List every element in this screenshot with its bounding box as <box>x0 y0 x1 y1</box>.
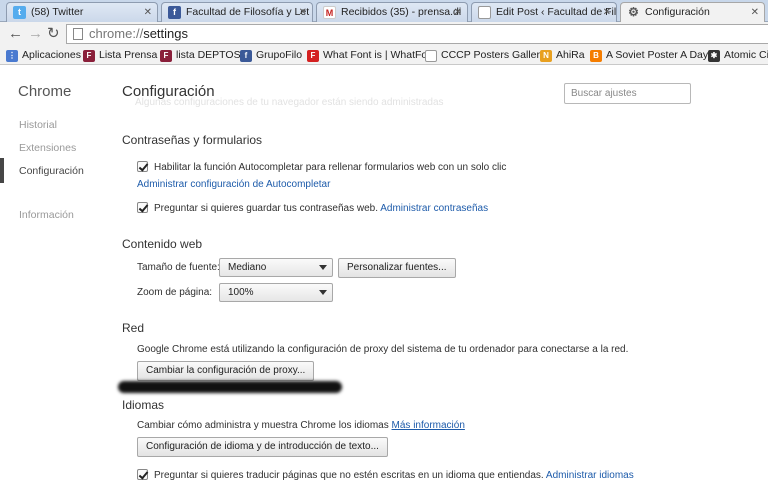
bookmark-label: Atomic Cit <box>724 49 768 61</box>
close-icon[interactable]: ✕ <box>603 3 611 22</box>
redaction-mark <box>118 381 342 393</box>
address-host: settings <box>143 26 188 41</box>
tab-label: Facultad de Filosofía y Let <box>186 6 310 18</box>
forward-arrow-icon[interactable]: → <box>28 25 43 43</box>
tab-label: (58) Twitter <box>31 6 84 18</box>
autofill-checkbox[interactable] <box>137 161 148 172</box>
gmail-icon: M <box>323 6 336 19</box>
bookmark-label: GrupoFilo <box>256 49 303 61</box>
bookmark-whatfont[interactable]: F What Font is | WhatFo <box>307 48 427 63</box>
bookmark-grupofilo[interactable]: f GrupoFilo <box>240 48 302 63</box>
sidebar-selection-indicator <box>0 158 4 183</box>
page-icon <box>478 6 491 19</box>
toolbar: ← → ↻ chrome://settings <box>0 22 768 46</box>
tab-configuracion[interactable]: ⚙ Configuración ✕ <box>620 2 765 23</box>
font-size-label: Tamaño de fuente: <box>137 262 220 273</box>
apps-grid-icon: ⋮ <box>6 50 18 62</box>
bookmark-label: CCCP Posters Gallery <box>441 49 546 61</box>
proxy-settings-button[interactable]: Cambiar la configuración de proxy... <box>137 361 315 381</box>
facebook-icon: f <box>168 6 181 19</box>
bookmark-label: AhiRa <box>556 49 585 61</box>
tab-gmail[interactable]: M Recibidos (35) - prensa.di ✕ <box>316 2 468 22</box>
zoom-label: Zoom de página: <box>137 287 213 298</box>
section-heading-network: Red <box>122 321 145 335</box>
managed-notice: Algunas configuraciones de tu navegador … <box>135 97 444 108</box>
page-icon <box>73 28 83 40</box>
bookmark-lista-deptos[interactable]: F lista DEPTOS <box>160 48 241 63</box>
font-size-value: Mediano <box>228 262 267 273</box>
tab-label: Configuración <box>645 6 710 18</box>
tab-facultad[interactable]: f Facultad de Filosofía y Let ✕ <box>161 2 313 22</box>
close-icon[interactable]: ✕ <box>299 3 307 22</box>
tab-label: Recibidos (35) - prensa.di <box>341 6 462 18</box>
ffyl-icon: F <box>83 50 95 62</box>
chevron-down-icon <box>319 265 327 270</box>
tab-strip: t (58) Twitter ✕ f Facultad de Filosofía… <box>0 0 768 23</box>
zoom-value: 100% <box>228 287 254 298</box>
facebook-icon: f <box>240 50 252 62</box>
gear-icon: ⚙ <box>628 5 639 19</box>
section-heading-web-content: Contenido web <box>122 237 203 251</box>
font-size-select[interactable]: Mediano <box>219 258 333 277</box>
atomic-icon: ✱ <box>708 50 720 62</box>
section-heading-passwords: Contraseñas y formularios <box>122 133 263 147</box>
autofill-label: Habilitar la función Autocompletar para … <box>154 162 507 173</box>
customize-fonts-button[interactable]: Personalizar fuentes... <box>338 258 456 278</box>
close-icon[interactable]: ✕ <box>454 3 462 22</box>
bookmark-cccp[interactable]: CCCP Posters Gallery <box>425 48 545 63</box>
autofill-row: Habilitar la función Autocompletar para … <box>137 161 506 173</box>
tab-twitter[interactable]: t (58) Twitter ✕ <box>6 2 158 22</box>
bookmark-soviet-poster[interactable]: B A Soviet Poster A Day <box>590 48 708 63</box>
bookmark-lista-prensa[interactable]: F Lista Prensa <box>83 48 157 63</box>
twitter-icon: t <box>13 6 26 19</box>
autofill-settings-link[interactable]: Administrar configuración de Autocomplet… <box>137 179 330 190</box>
tab-label: Edit Post ‹ Facultad de Fil <box>496 6 617 18</box>
reload-icon[interactable]: ↻ <box>47 25 60 43</box>
bookmark-atomic[interactable]: ✱ Atomic Cit <box>708 48 768 63</box>
bookmark-label: lista DEPTOS <box>176 49 241 61</box>
bookmark-label: Aplicaciones <box>22 49 81 61</box>
bookmark-ahira[interactable]: N AhiRa <box>540 48 585 63</box>
settings-main: Configuración Algunas configuraciones de… <box>105 66 768 490</box>
bookmark-aplicaciones[interactable]: ⋮ Aplicaciones <box>6 48 81 63</box>
whatfont-icon: F <box>307 50 319 62</box>
bookmarks-bar: ⋮ Aplicaciones F Lista Prensa F lista DE… <box>0 46 768 65</box>
sidebar-brand: Chrome <box>18 83 72 100</box>
bookmark-label: Lista Prensa <box>99 49 158 61</box>
sidebar-item-extensiones[interactable]: Extensiones <box>19 142 76 154</box>
save-passwords-label: Preguntar si quieres guardar tus contras… <box>154 203 379 214</box>
close-icon[interactable]: ✕ <box>144 3 152 22</box>
sidebar-item-informacion[interactable]: Información <box>19 209 74 221</box>
address-bar[interactable]: chrome://settings <box>66 24 768 44</box>
address-scheme: chrome:// <box>89 26 144 41</box>
network-description: Google Chrome está utilizando la configu… <box>137 344 629 355</box>
blogger-icon: B <box>590 50 602 62</box>
ffyl-icon: F <box>160 50 172 62</box>
sidebar-item-configuracion[interactable]: Configuración <box>19 165 84 177</box>
save-passwords-row: Preguntar si quieres guardar tus contras… <box>137 202 488 214</box>
tab-edit-post[interactable]: Edit Post ‹ Facultad de Fil ✕ <box>471 2 617 22</box>
sidebar-item-historial[interactable]: Historial <box>19 119 57 131</box>
ahira-icon: N <box>540 50 552 62</box>
page-icon <box>425 50 437 62</box>
manage-passwords-link[interactable]: Administrar contraseñas <box>380 203 488 214</box>
bookmark-label: What Font is | WhatFo <box>323 49 428 61</box>
zoom-select[interactable]: 100% <box>219 283 333 302</box>
save-passwords-checkbox[interactable] <box>137 202 148 213</box>
close-icon[interactable]: ✕ <box>751 3 759 22</box>
search-input[interactable] <box>564 83 691 104</box>
back-arrow-icon[interactable]: ← <box>8 25 23 43</box>
chevron-down-icon <box>319 290 327 295</box>
settings-sidebar: Chrome Historial Extensiones Configuraci… <box>0 66 105 490</box>
bookmark-label: A Soviet Poster A Day <box>606 49 709 61</box>
